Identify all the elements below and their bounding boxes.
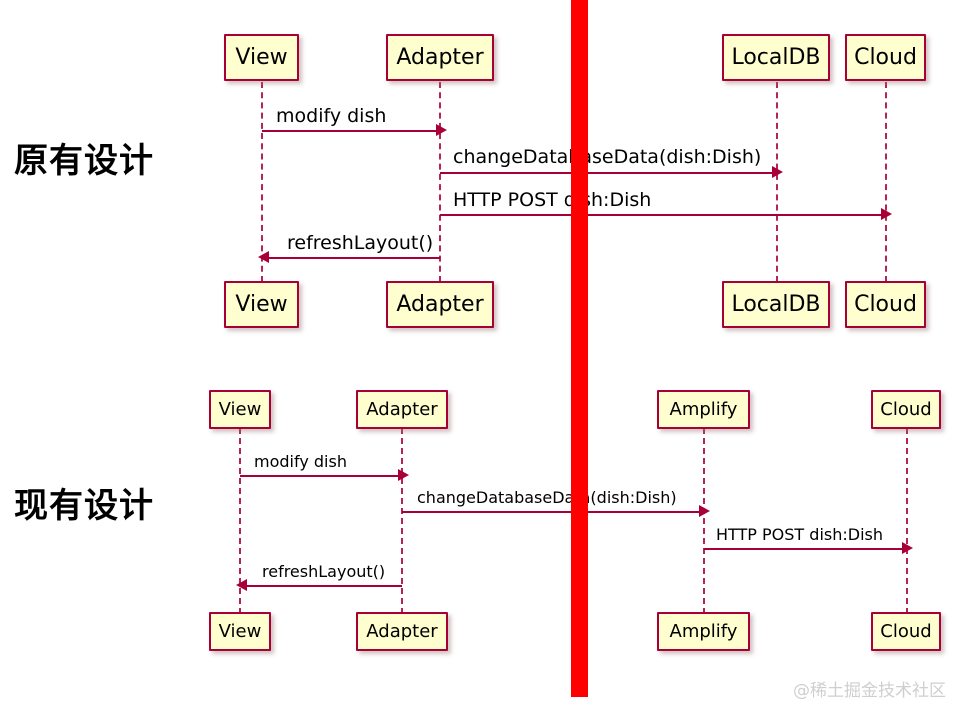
participant-label: Adapter: [396, 291, 484, 317]
arrowhead-left-icon: [258, 251, 269, 263]
arrowhead-left-icon: [236, 579, 247, 591]
arrowhead-right-icon: [881, 208, 892, 220]
participant-view-top[interactable]: View: [224, 34, 299, 81]
lifeline-adapter: [439, 82, 441, 282]
arrowhead-right-icon: [902, 542, 913, 554]
participant-label: Cloud: [854, 291, 917, 317]
participant-view-top[interactable]: View: [209, 390, 271, 429]
participant-adapter-top[interactable]: Adapter: [356, 390, 448, 429]
participant-label: Amplify: [669, 398, 738, 420]
message-line-refresh-layout: [265, 257, 440, 259]
participant-amplify-top[interactable]: Amplify: [657, 390, 750, 429]
participant-label: LocalDB: [731, 44, 821, 70]
arrowhead-right-icon: [699, 505, 710, 517]
participant-adapter-bottom[interactable]: Adapter: [356, 612, 448, 651]
participant-label: View: [235, 44, 288, 70]
message-label-http-post: HTTP POST dish:Dish: [716, 525, 883, 544]
participant-cloud-bottom[interactable]: Cloud: [845, 281, 926, 328]
arrowhead-right-icon: [398, 469, 409, 481]
lifeline-amplify: [703, 428, 705, 614]
message-label-change-database-data: changeDatabaseData(dish:Dish): [453, 146, 762, 168]
participant-label: Amplify: [669, 620, 738, 642]
message-line-modify-dish: [262, 130, 439, 132]
arrowhead-right-icon: [772, 166, 783, 178]
message-label-modify-dish: modify dish: [254, 452, 347, 471]
participant-cloud-bottom[interactable]: Cloud: [871, 612, 941, 651]
message-line-change-database-data: [402, 511, 703, 513]
message-line-refresh-layout: [243, 585, 402, 587]
message-line-change-database-data: [440, 172, 776, 174]
red-vertical-divider-bar: [571, 0, 588, 697]
participant-amplify-bottom[interactable]: Amplify: [657, 612, 750, 651]
message-line-modify-dish: [240, 475, 401, 477]
participant-adapter-top[interactable]: Adapter: [386, 34, 494, 81]
participant-label: Cloud: [880, 398, 932, 420]
message-line-http-post: [440, 214, 885, 216]
participant-label: LocalDB: [731, 291, 821, 317]
participant-localdb-bottom[interactable]: LocalDB: [722, 281, 830, 328]
message-label-http-post: HTTP POST dish:Dish: [453, 189, 652, 211]
participant-adapter-bottom[interactable]: Adapter: [386, 281, 494, 328]
participant-label: View: [218, 398, 262, 420]
arrowhead-right-icon: [436, 124, 447, 136]
section-label-current: 现有设计: [14, 486, 154, 526]
message-label-refresh-layout: refreshLayout(): [287, 232, 434, 254]
participant-label: View: [218, 620, 262, 642]
message-label-modify-dish: modify dish: [276, 105, 387, 127]
message-line-http-post: [704, 548, 906, 550]
participant-label: Adapter: [366, 398, 438, 420]
participant-label: Cloud: [854, 44, 917, 70]
message-label-refresh-layout: refreshLayout(): [262, 562, 386, 581]
participant-label: Cloud: [880, 620, 932, 642]
message-label-change-database-data: changeDatabaseData(dish:Dish): [417, 488, 677, 507]
participant-view-bottom[interactable]: View: [224, 281, 299, 328]
participant-label: Adapter: [366, 620, 438, 642]
participant-label: View: [235, 291, 288, 317]
participant-cloud-top[interactable]: Cloud: [871, 390, 941, 429]
participant-localdb-top[interactable]: LocalDB: [722, 34, 830, 81]
participant-label: Adapter: [396, 44, 484, 70]
section-label-original: 原有设计: [14, 141, 154, 181]
diagram-canvas: 原有设计 现有设计 View Adapter LocalDB Cloud mod…: [0, 0, 960, 720]
lifeline-cloud: [885, 82, 887, 282]
participant-cloud-top[interactable]: Cloud: [845, 34, 926, 81]
watermark-text: @稀土掘金技术社区: [793, 681, 946, 701]
lifeline-localdb: [776, 82, 778, 282]
participant-view-bottom[interactable]: View: [209, 612, 271, 651]
lifeline-cloud: [906, 428, 908, 614]
